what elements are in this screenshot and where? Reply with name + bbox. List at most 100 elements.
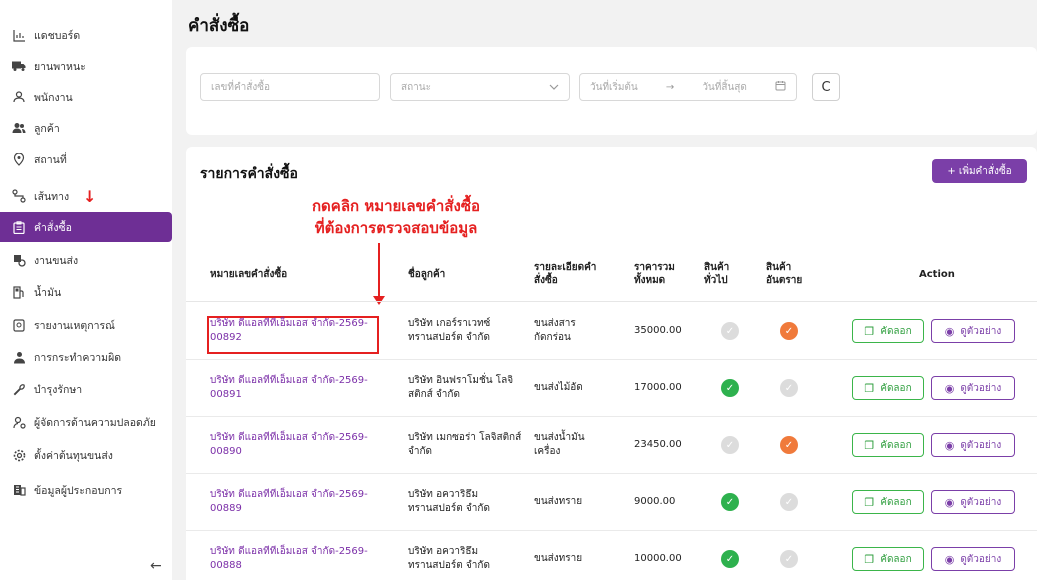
order-number-link[interactable]: บริษัท ดีแอลทีทีเอ็มเอส จำกัด-2569- 00888 bbox=[210, 545, 368, 573]
order-number-line2[interactable]: 00889 bbox=[210, 502, 368, 516]
check-circle-disabled-icon: ✓ bbox=[721, 436, 739, 454]
customer-name-line1: บริษัท เมกซอร่า โลจิสติกส์ bbox=[408, 432, 522, 443]
header-order-number: หมายเลขคำสั่งซื้อ bbox=[210, 269, 288, 280]
order-detail: ขนส่งสาร กัดกร่อน bbox=[534, 317, 576, 345]
sidebar-item-label: ลูกค้า bbox=[34, 122, 60, 135]
customer-name-line1: บริษัท อินฟราโมชั่น โลจิ bbox=[408, 375, 514, 386]
delivery-icon bbox=[12, 253, 26, 267]
preview-button[interactable]: ◉ ดูตัวอย่าง bbox=[931, 319, 1015, 343]
order-number-link[interactable]: บริษัท ดีแอลทีทีเอ็มเอส จำกัด-2569- 00891 bbox=[210, 374, 368, 402]
header-total-price-line2: ทั้งหมด bbox=[634, 275, 666, 286]
sidebar-item-label: บำรุงรักษา bbox=[34, 383, 83, 396]
sidebar-item-fuel[interactable]: น้ำมัน bbox=[0, 277, 172, 307]
status-select[interactable]: สถานะ bbox=[390, 73, 570, 101]
preview-button[interactable]: ◉ ดูตัวอย่าง bbox=[931, 433, 1015, 457]
preview-button[interactable]: ◉ ดูตัวอย่าง bbox=[931, 376, 1015, 400]
copy-button[interactable]: ❐ คัดลอก bbox=[852, 319, 924, 343]
sidebar-item-maintenance[interactable]: บำรุงรักษา bbox=[0, 374, 172, 404]
table-row: บริษัท ดีแอลทีทีเอ็มเอส จำกัด-2569- 00891… bbox=[186, 360, 1037, 417]
customer-name-line2: ทรานสปอร์ต จำกัด bbox=[408, 560, 490, 571]
start-date-input[interactable]: วันที่เริ่มต้น bbox=[590, 80, 638, 95]
collapse-sidebar-icon[interactable]: ← bbox=[150, 558, 162, 574]
order-detail-line1: ขนส่งทราย bbox=[534, 553, 583, 564]
end-date-input[interactable]: วันที่สิ้นสุด bbox=[702, 80, 747, 95]
order-number-link[interactable]: บริษัท ดีแอลทีทีเอ็มเอส จำกัด-2569- 00889 bbox=[210, 488, 368, 516]
header-general-goods-line2: ทั่วไป bbox=[704, 275, 728, 286]
refresh-button[interactable]: C bbox=[812, 73, 840, 101]
sidebar-item-places[interactable]: สถานที่ bbox=[0, 144, 172, 174]
list-title: รายการคำสั่งซื้อ bbox=[200, 166, 298, 182]
copy-button[interactable]: ❐ คัดลอก bbox=[852, 547, 924, 571]
copy-button[interactable]: ❐ คัดลอก bbox=[852, 433, 924, 457]
order-number-line1[interactable]: บริษัท ดีแอลทีทีเอ็มเอส จำกัด-2569- bbox=[210, 431, 368, 445]
eye-icon: ◉ bbox=[944, 438, 955, 452]
location-icon bbox=[12, 152, 26, 166]
chart-icon bbox=[12, 28, 26, 42]
order-number-line2[interactable]: 00888 bbox=[210, 559, 368, 573]
wrench-icon bbox=[12, 382, 26, 396]
order-detail: ขนส่งไม้อัด bbox=[534, 381, 583, 395]
order-number-link[interactable]: บริษัท ดีแอลทีทีเอ็มเอส จำกัด-2569- 00892 bbox=[210, 317, 368, 345]
sidebar-item-vehicles[interactable]: ยานพาหนะ bbox=[0, 51, 172, 81]
order-number-line1[interactable]: บริษัท ดีแอลทีทีเอ็มเอส จำกัด-2569- bbox=[210, 317, 368, 331]
copy-icon: ❐ bbox=[864, 324, 875, 338]
user-icon bbox=[12, 90, 26, 104]
preview-button[interactable]: ◉ ดูตัวอย่าง bbox=[931, 490, 1015, 514]
offender-icon bbox=[12, 350, 26, 364]
sidebar-item-label: เส้นทาง bbox=[34, 190, 70, 203]
order-number-input[interactable]: เลขที่คำสั่งซื้อ bbox=[200, 73, 380, 101]
sidebar-item-safety-manager[interactable]: ผู้จัดการด้านความปลอดภัย bbox=[0, 407, 172, 437]
order-number-link[interactable]: บริษัท ดีแอลทีทีเอ็มเอส จำกัด-2569- 00890 bbox=[210, 431, 368, 459]
copy-button[interactable]: ❐ คัดลอก bbox=[852, 490, 924, 514]
order-number-line1[interactable]: บริษัท ดีแอลทีทีเอ็มเอส จำกัด-2569- bbox=[210, 488, 368, 502]
sidebar-item-operator-info[interactable]: ข้อมูลผู้ประกอบการ bbox=[0, 475, 172, 505]
customer-name: บริษัท อินฟราโมชั่น โลจิ สติกส์ จำกัด bbox=[408, 374, 513, 402]
copy-button-label: คัดลอก bbox=[880, 325, 912, 337]
header-total-price-line1: ราคารวม bbox=[634, 262, 675, 273]
sidebar-item-shipments[interactable]: งานขนส่ง bbox=[0, 245, 172, 275]
check-circle-disabled-icon: ✓ bbox=[780, 550, 798, 568]
add-order-button[interactable]: + เพิ่มคำสั่งซื้อ bbox=[932, 159, 1027, 183]
annotation-callout: กดคลิก หมายเลขคำสั่งซื้อ ที่ต้องการตรวจส… bbox=[266, 195, 526, 239]
sidebar-item-label: รายงานเหตุการณ์ bbox=[34, 319, 115, 332]
header-customer: ชื่อลูกค้า bbox=[408, 269, 446, 280]
truck-icon bbox=[12, 59, 26, 73]
order-number-line1[interactable]: บริษัท ดีแอลทีทีเอ็มเอส จำกัด-2569- bbox=[210, 545, 368, 559]
sidebar-item-dashboard[interactable]: แดชบอร์ด bbox=[0, 20, 172, 50]
sidebar-item-label: แดชบอร์ด bbox=[34, 29, 81, 42]
check-circle-icon: ✓ bbox=[721, 550, 739, 568]
eye-icon: ◉ bbox=[944, 495, 955, 509]
customer-name-line2: ทรานสปอร์ต จำกัด bbox=[408, 332, 490, 343]
preview-button-label: ดูตัวอย่าง bbox=[960, 325, 1002, 337]
order-number-line2[interactable]: 00890 bbox=[210, 445, 368, 459]
sidebar-item-orders[interactable]: คำสั่งซื้อ bbox=[0, 212, 172, 242]
safety-manager-icon bbox=[12, 415, 26, 429]
order-number-line2[interactable]: 00892 bbox=[210, 331, 368, 345]
header-order-detail-line2: สั่งซื้อ bbox=[534, 275, 558, 286]
preview-button[interactable]: ◉ ดูตัวอย่าง bbox=[931, 547, 1015, 571]
sidebar-item-shipping-cost-settings[interactable]: ตั้งค่าต้นทุนขนส่ง bbox=[0, 440, 172, 470]
users-icon bbox=[12, 121, 26, 135]
sidebar-item-label: คำสั่งซื้อ bbox=[34, 221, 72, 234]
order-detail-line1: ขนส่งทราย bbox=[534, 496, 583, 507]
check-circle-icon: ✓ bbox=[780, 322, 798, 340]
order-detail-line2: เครื่อง bbox=[534, 446, 561, 457]
sidebar-item-incident-report[interactable]: รายงานเหตุการณ์ bbox=[0, 310, 172, 340]
sidebar: แดชบอร์ด ยานพาหนะ พนักงาน ลูกค้า สถานที่… bbox=[0, 0, 172, 580]
copy-icon: ❐ bbox=[864, 552, 875, 566]
order-detail: ขนส่งน้ำมันเครื่อง bbox=[534, 431, 585, 459]
date-separator: → bbox=[665, 81, 675, 93]
route-icon bbox=[12, 189, 26, 203]
table-row: บริษัท ดีแอลทีทีเอ็มเอส จำกัด-2569- 00890… bbox=[186, 417, 1037, 474]
table-row: บริษัท ดีแอลทีทีเอ็มเอส จำกัด-2569- 00892… bbox=[186, 303, 1037, 360]
date-range-picker[interactable]: วันที่เริ่มต้น → วันที่สิ้นสุด bbox=[579, 73, 797, 101]
check-circle-icon: ✓ bbox=[721, 379, 739, 397]
sidebar-item-violations[interactable]: การกระทำความผิด bbox=[0, 342, 172, 372]
order-number-line1[interactable]: บริษัท ดีแอลทีทีเอ็มเอส จำกัด-2569- bbox=[210, 374, 368, 388]
sidebar-item-employees[interactable]: พนักงาน bbox=[0, 82, 172, 112]
sidebar-item-customers[interactable]: ลูกค้า bbox=[0, 113, 172, 143]
copy-button[interactable]: ❐ คัดลอก bbox=[852, 376, 924, 400]
header-general-goods-line1: สินค้า bbox=[704, 262, 730, 273]
order-number-line2[interactable]: 00891 bbox=[210, 388, 368, 402]
order-detail-line1: ขนส่งน้ำมัน bbox=[534, 432, 585, 443]
